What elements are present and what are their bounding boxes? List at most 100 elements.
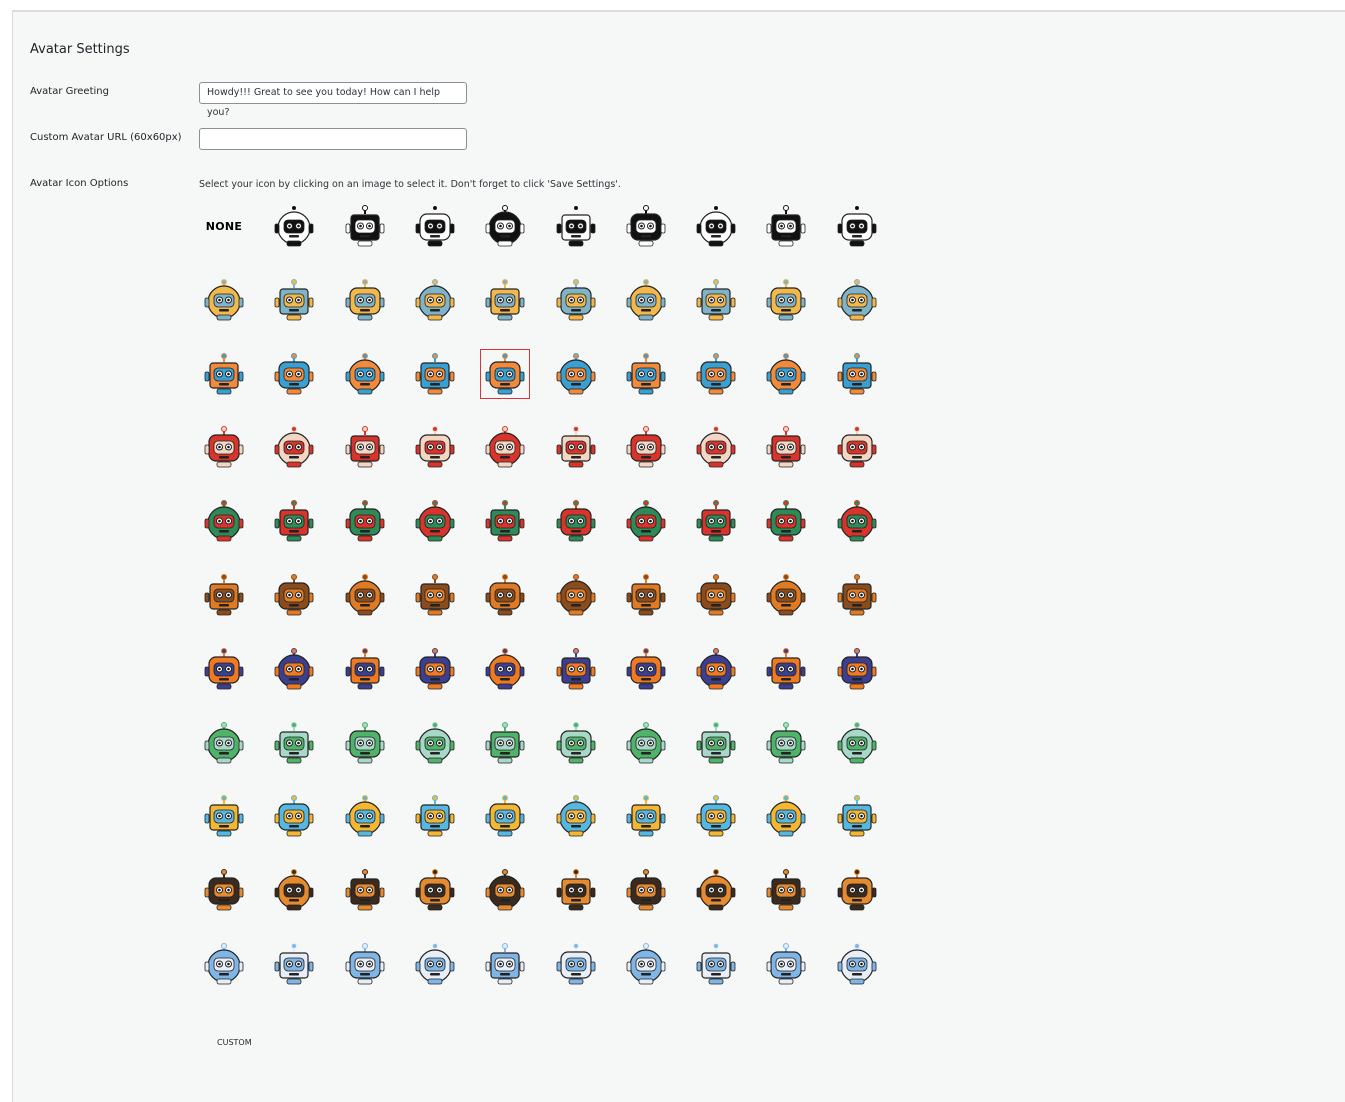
- avatar-option[interactable]: [691, 201, 741, 251]
- avatar-option[interactable]: [269, 791, 319, 841]
- avatar-option[interactable]: [480, 791, 530, 841]
- avatar-option[interactable]: [551, 644, 601, 694]
- avatar-option[interactable]: [340, 349, 390, 399]
- avatar-option[interactable]: [691, 718, 741, 768]
- avatar-option[interactable]: [269, 644, 319, 694]
- avatar-option[interactable]: [761, 496, 811, 546]
- avatar-option[interactable]: [621, 865, 671, 915]
- avatar-option[interactable]: [691, 865, 741, 915]
- avatar-option[interactable]: [832, 644, 882, 694]
- avatar-option[interactable]: [480, 718, 530, 768]
- avatar-option[interactable]: [832, 496, 882, 546]
- avatar-option[interactable]: [621, 422, 671, 472]
- avatar-option[interactable]: [691, 644, 741, 694]
- avatar-option[interactable]: [410, 496, 460, 546]
- avatar-option[interactable]: [761, 422, 811, 472]
- avatar-option[interactable]: [340, 422, 390, 472]
- avatar-option[interactable]: [691, 275, 741, 325]
- avatar-option[interactable]: [410, 349, 460, 399]
- avatar-option[interactable]: [832, 201, 882, 251]
- avatar-option[interactable]: [410, 422, 460, 472]
- avatar-option[interactable]: [199, 422, 249, 472]
- avatar-option[interactable]: [480, 348, 531, 399]
- avatar-option[interactable]: [551, 570, 601, 620]
- avatar-option[interactable]: [340, 496, 390, 546]
- avatar-option[interactable]: [269, 422, 319, 472]
- avatar-option[interactable]: [480, 201, 530, 251]
- avatar-option[interactable]: [269, 865, 319, 915]
- avatar-option[interactable]: [621, 496, 671, 546]
- avatar-option[interactable]: [410, 644, 460, 694]
- avatar-option[interactable]: [480, 570, 530, 620]
- avatar-option[interactable]: [761, 201, 811, 251]
- avatar-option[interactable]: [340, 275, 390, 325]
- avatar-option[interactable]: [269, 275, 319, 325]
- avatar-option[interactable]: [621, 570, 671, 620]
- avatar-option[interactable]: [340, 791, 390, 841]
- avatar-option[interactable]: [621, 201, 671, 251]
- avatar-option[interactable]: [480, 496, 530, 546]
- avatar-option[interactable]: [761, 939, 811, 989]
- avatar-option[interactable]: [269, 570, 319, 620]
- greeting-input[interactable]: Howdy!!! Great to see you today! How can…: [199, 82, 467, 118]
- custom-option-label[interactable]: CUSTOM: [217, 1038, 252, 1047]
- avatar-option[interactable]: [410, 201, 460, 251]
- avatar-option[interactable]: [832, 939, 882, 989]
- avatar-option[interactable]: [410, 570, 460, 620]
- avatar-option[interactable]: [269, 201, 319, 251]
- avatar-option[interactable]: [340, 865, 390, 915]
- custom-url-input[interactable]: [199, 128, 467, 150]
- avatar-option[interactable]: [691, 791, 741, 841]
- avatar-option[interactable]: [199, 791, 249, 841]
- avatar-option[interactable]: [340, 201, 390, 251]
- avatar-option[interactable]: [199, 570, 249, 620]
- avatar-option[interactable]: [480, 275, 530, 325]
- avatar-option[interactable]: [832, 865, 882, 915]
- avatar-option[interactable]: [480, 422, 530, 472]
- avatar-option[interactable]: [410, 865, 460, 915]
- avatar-option[interactable]: [761, 644, 811, 694]
- avatar-option[interactable]: [340, 718, 390, 768]
- avatar-option[interactable]: [269, 349, 319, 399]
- avatar-option[interactable]: [480, 865, 530, 915]
- avatar-option[interactable]: [199, 275, 249, 325]
- avatar-option[interactable]: [410, 275, 460, 325]
- avatar-option-none[interactable]: NONE: [199, 201, 249, 251]
- avatar-option[interactable]: [621, 791, 671, 841]
- avatar-option[interactable]: [551, 275, 601, 325]
- avatar-option[interactable]: [691, 349, 741, 399]
- avatar-option[interactable]: [199, 349, 249, 399]
- avatar-option[interactable]: [410, 791, 460, 841]
- avatar-option[interactable]: [621, 718, 671, 768]
- avatar-option[interactable]: [832, 275, 882, 325]
- avatar-option[interactable]: [269, 718, 319, 768]
- avatar-option[interactable]: [340, 570, 390, 620]
- avatar-option[interactable]: [551, 496, 601, 546]
- avatar-option[interactable]: [551, 422, 601, 472]
- avatar-option[interactable]: [621, 939, 671, 989]
- avatar-option[interactable]: [551, 718, 601, 768]
- avatar-option[interactable]: [691, 939, 741, 989]
- avatar-option[interactable]: [832, 422, 882, 472]
- avatar-option[interactable]: [199, 939, 249, 989]
- avatar-option[interactable]: [199, 865, 249, 915]
- avatar-option[interactable]: [199, 644, 249, 694]
- avatar-option[interactable]: [761, 349, 811, 399]
- avatar-option[interactable]: [551, 865, 601, 915]
- avatar-option[interactable]: [410, 939, 460, 989]
- avatar-option[interactable]: [761, 865, 811, 915]
- avatar-option[interactable]: [480, 939, 530, 989]
- avatar-option[interactable]: [621, 644, 671, 694]
- avatar-option[interactable]: [551, 939, 601, 989]
- avatar-option[interactable]: [480, 644, 530, 694]
- avatar-option[interactable]: [621, 349, 671, 399]
- avatar-option[interactable]: [340, 939, 390, 989]
- avatar-option[interactable]: [761, 570, 811, 620]
- avatar-option[interactable]: [832, 570, 882, 620]
- avatar-option[interactable]: [340, 644, 390, 694]
- avatar-option[interactable]: [551, 791, 601, 841]
- avatar-option[interactable]: [691, 496, 741, 546]
- avatar-option[interactable]: [199, 718, 249, 768]
- avatar-option[interactable]: [551, 201, 601, 251]
- avatar-option[interactable]: [761, 275, 811, 325]
